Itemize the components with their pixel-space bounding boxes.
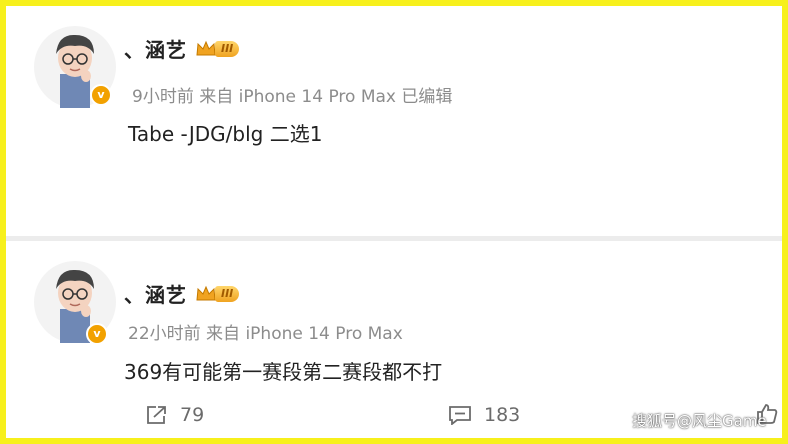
verified-icon: v	[86, 323, 108, 345]
username[interactable]: 、涵艺	[124, 34, 187, 63]
comment-icon	[449, 406, 471, 425]
post-content: Tabe -JDG/blg 二选1	[128, 122, 323, 146]
crown-icon: III	[195, 39, 240, 59]
comment-count: 183	[484, 404, 521, 426]
crown-icon: III	[195, 284, 240, 304]
repost-icon	[147, 406, 166, 424]
name-row: 、涵艺 III	[124, 279, 240, 308]
username[interactable]: 、涵艺	[124, 279, 187, 308]
weibo-post: v 、涵艺 III 9小时前 来自 iPhone 14 Pro Max 已编辑 …	[6, 6, 782, 236]
screenshot-frame: v 、涵艺 III 9小时前 来自 iPhone 14 Pro Max 已编辑 …	[6, 6, 782, 438]
repost-count: 79	[180, 404, 205, 426]
post-meta: 22小时前 来自 iPhone 14 Pro Max	[128, 324, 403, 344]
weibo-post: v 、涵艺 III 22小时前 来自 iPhone 14 Pro Max 369…	[6, 241, 782, 438]
repost-button[interactable]: 79	[146, 404, 204, 426]
comment-button[interactable]: 183	[448, 404, 520, 426]
name-row: 、涵艺 III	[124, 34, 240, 63]
level-badge: III	[215, 285, 240, 302]
level-badge: III	[215, 40, 240, 57]
post-meta: 9小时前 来自 iPhone 14 Pro Max 已编辑	[132, 87, 453, 107]
verified-icon: v	[90, 84, 112, 106]
watermark: 搜狐号@风尘Game	[632, 412, 767, 430]
post-content: 369有可能第一赛段第二赛段都不打	[124, 360, 443, 384]
